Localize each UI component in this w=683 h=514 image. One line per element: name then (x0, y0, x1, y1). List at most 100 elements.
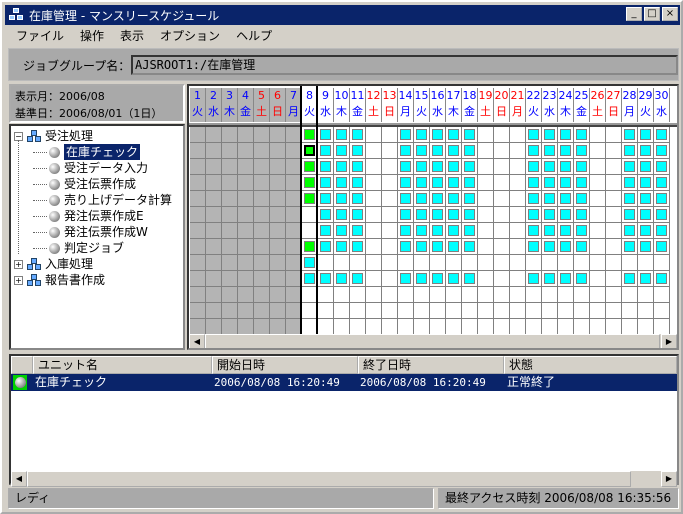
schedule-cell[interactable] (414, 207, 430, 223)
schedule-cell[interactable] (254, 223, 270, 239)
schedule-cell[interactable] (382, 191, 398, 207)
schedule-cell[interactable] (222, 175, 238, 191)
schedule-cell[interactable] (606, 303, 622, 319)
schedule-cell[interactable] (398, 271, 414, 287)
scheduled-mark[interactable] (464, 225, 475, 236)
schedule-cell[interactable] (462, 303, 478, 319)
schedule-cell[interactable] (238, 191, 254, 207)
schedule-cell[interactable] (494, 223, 510, 239)
schedule-cell[interactable] (510, 175, 526, 191)
schedule-cell[interactable] (590, 319, 606, 335)
scheduled-mark[interactable] (320, 145, 331, 156)
schedule-cell[interactable] (254, 287, 270, 303)
day-header[interactable]: 24 木 (558, 88, 574, 122)
scheduled-mark[interactable] (560, 209, 571, 220)
schedule-cell[interactable] (430, 223, 446, 239)
day-header[interactable]: 30 水 (654, 88, 670, 122)
scheduled-mark[interactable] (352, 273, 363, 284)
schedule-cell[interactable] (462, 127, 478, 143)
scheduled-mark[interactable] (624, 145, 635, 156)
schedule-cell[interactable] (622, 143, 638, 159)
schedule-cell[interactable] (350, 239, 366, 255)
scheduled-mark[interactable] (528, 129, 539, 140)
schedule-cell[interactable] (238, 255, 254, 271)
list-hscrollbar[interactable]: ◀ ▶ (11, 471, 677, 487)
scheduled-mark[interactable] (576, 177, 587, 188)
day-header[interactable]: 22 火 (526, 88, 542, 122)
scheduled-mark[interactable] (656, 145, 667, 156)
schedule-cell[interactable] (558, 223, 574, 239)
schedule-cell[interactable] (366, 303, 382, 319)
schedule-cell[interactable] (350, 287, 366, 303)
scheduled-mark[interactable] (416, 225, 427, 236)
day-header[interactable]: 11 金 (350, 88, 366, 122)
schedule-cell[interactable] (478, 239, 494, 255)
schedule-cell[interactable] (414, 319, 430, 335)
schedule-cell[interactable] (526, 191, 542, 207)
scroll-thumb[interactable] (27, 471, 631, 487)
schedule-cell[interactable] (478, 207, 494, 223)
schedule-cell[interactable] (350, 303, 366, 319)
schedule-cell[interactable] (462, 159, 478, 175)
schedule-cell[interactable] (478, 127, 494, 143)
schedule-cell[interactable] (190, 287, 206, 303)
day-header[interactable]: 9水 (318, 88, 334, 122)
schedule-cell[interactable] (558, 175, 574, 191)
schedule-cell[interactable] (478, 175, 494, 191)
schedule-cell[interactable] (638, 223, 654, 239)
schedule-cell[interactable] (606, 143, 622, 159)
schedule-cell[interactable] (574, 223, 590, 239)
menu-file[interactable]: ファイル (8, 27, 72, 45)
schedule-cell[interactable] (350, 175, 366, 191)
schedule-cell[interactable] (606, 223, 622, 239)
schedule-cell[interactable] (494, 127, 510, 143)
scheduled-mark[interactable] (624, 193, 635, 204)
schedule-cell[interactable] (542, 159, 558, 175)
scheduled-mark[interactable] (640, 193, 651, 204)
scheduled-mark[interactable] (352, 193, 363, 204)
schedule-cell[interactable] (190, 223, 206, 239)
scheduled-mark[interactable] (336, 209, 347, 220)
schedule-cell[interactable] (398, 143, 414, 159)
schedule-cell[interactable] (318, 319, 334, 335)
scheduled-mark[interactable] (416, 193, 427, 204)
scheduled-mark[interactable] (560, 177, 571, 188)
schedule-cell[interactable] (190, 239, 206, 255)
schedule-cell[interactable] (446, 175, 462, 191)
expand-icon[interactable]: + (14, 259, 23, 269)
day-header[interactable]: 15 火 (414, 88, 430, 122)
schedule-cell[interactable] (206, 207, 222, 223)
tree-node[interactable]: 受注データ入力 (33, 160, 148, 176)
schedule-cell[interactable] (654, 159, 670, 175)
schedule-cell[interactable] (622, 303, 638, 319)
schedule-cell[interactable] (542, 223, 558, 239)
schedule-cell[interactable] (398, 159, 414, 175)
schedule-cell[interactable] (254, 303, 270, 319)
schedule-cell[interactable] (334, 319, 350, 335)
schedule-cell[interactable] (526, 287, 542, 303)
schedule-cell[interactable] (430, 271, 446, 287)
schedule-cell[interactable] (606, 287, 622, 303)
schedule-cell[interactable] (622, 207, 638, 223)
schedule-cell[interactable] (254, 191, 270, 207)
day-header[interactable]: 4金 (238, 88, 254, 122)
scheduled-mark[interactable] (560, 273, 571, 284)
schedule-cell[interactable] (206, 175, 222, 191)
calendar-hscrollbar[interactable]: ◀ ▶ (189, 334, 677, 348)
schedule-cell[interactable] (270, 319, 286, 335)
schedule-cell[interactable] (622, 223, 638, 239)
schedule-cell[interactable] (398, 239, 414, 255)
schedule-cell[interactable] (526, 303, 542, 319)
schedule-cell[interactable] (398, 255, 414, 271)
schedule-cell[interactable] (462, 207, 478, 223)
tree-node[interactable]: − 受注処理 (14, 128, 93, 144)
schedule-cell[interactable] (318, 271, 334, 287)
scheduled-mark[interactable] (416, 241, 427, 252)
scheduled-mark[interactable] (624, 177, 635, 188)
scroll-left-icon[interactable]: ◀ (189, 334, 205, 348)
schedule-cell[interactable] (414, 255, 430, 271)
schedule-cell[interactable] (542, 287, 558, 303)
schedule-cell[interactable] (590, 175, 606, 191)
schedule-cell[interactable] (606, 319, 622, 335)
schedule-cell[interactable] (654, 223, 670, 239)
